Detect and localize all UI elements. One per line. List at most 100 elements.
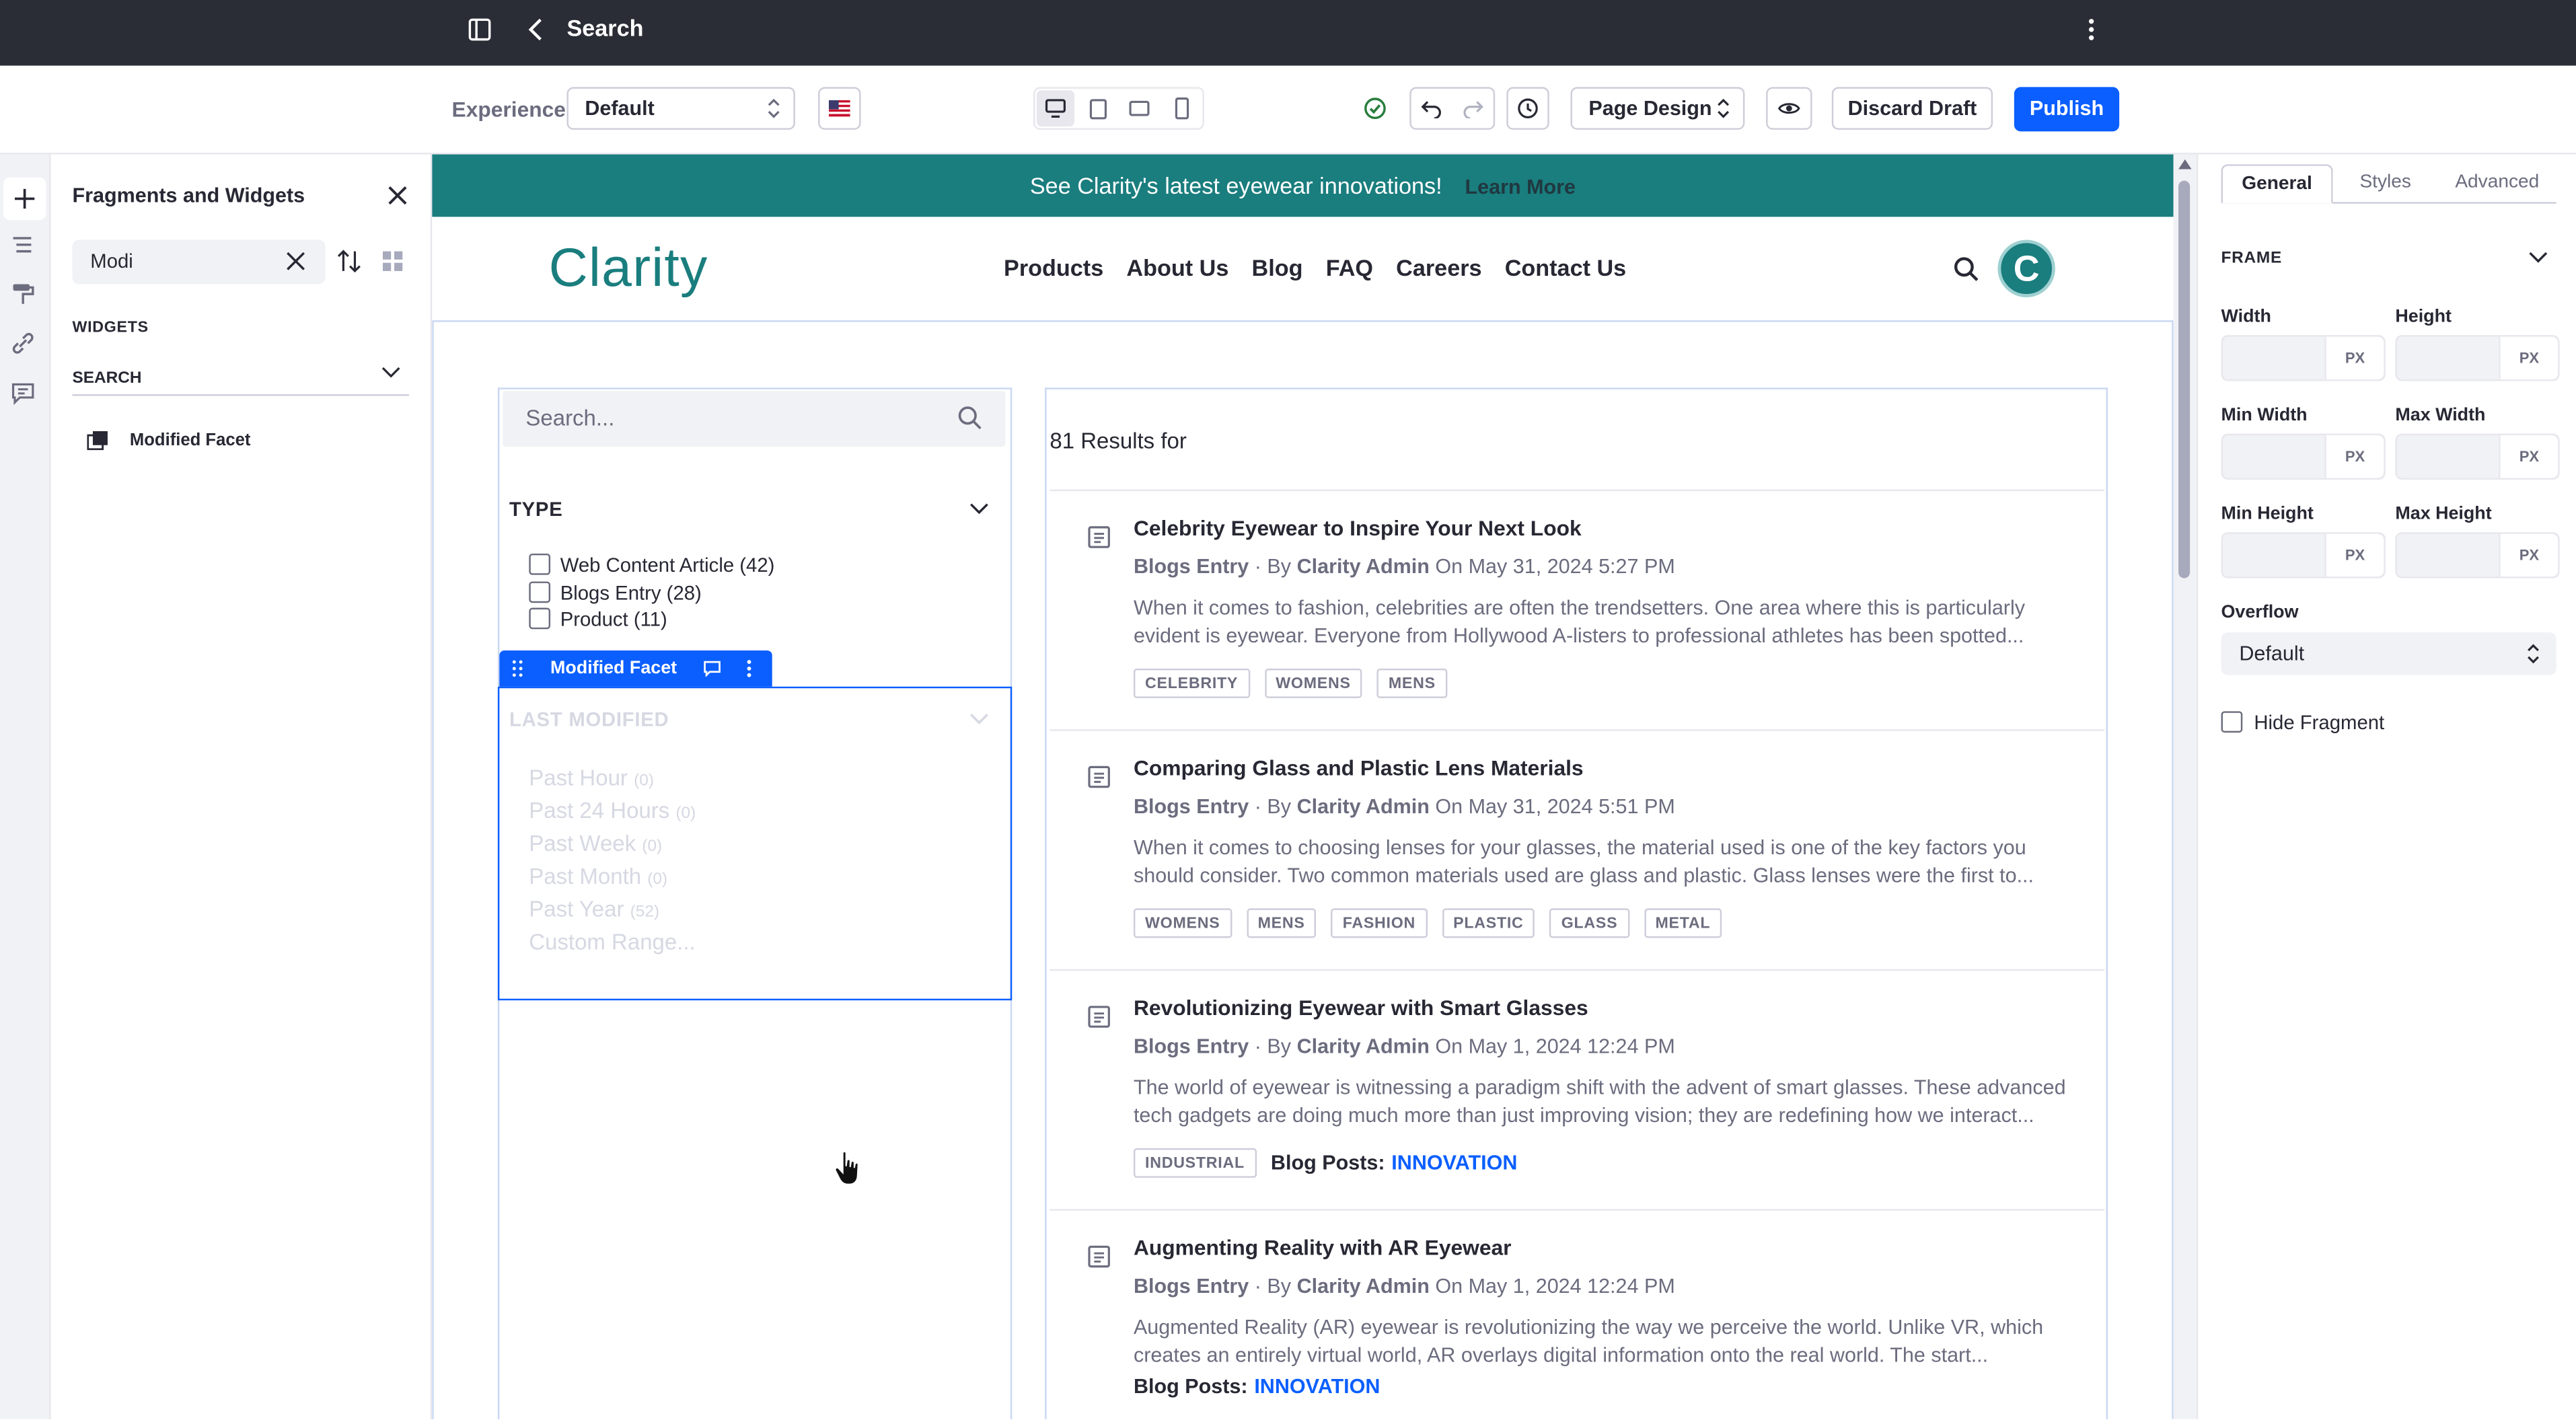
chevron-down-icon[interactable] (969, 711, 989, 727)
tag[interactable]: GLASS (1549, 908, 1629, 938)
frame-section-toggle[interactable]: FRAME (2221, 250, 2556, 268)
clear-search-icon[interactable] (286, 252, 305, 271)
chevron-down-icon[interactable] (969, 501, 989, 517)
link-icon[interactable] (10, 330, 36, 357)
modified-option-past-week[interactable]: Past Week (0) (529, 831, 662, 856)
add-fragments-button[interactable] (3, 177, 46, 221)
comment-icon[interactable] (703, 661, 721, 677)
type-option-web-content[interactable]: Web Content Article (42) (529, 553, 774, 580)
min-height-field[interactable]: PX (2221, 532, 2386, 578)
modified-option-past-year[interactable]: Past Year (52) (529, 897, 659, 922)
tag[interactable]: METAL (1644, 908, 1722, 938)
modified-facet-widget[interactable]: Modified Facet (87, 427, 399, 453)
width-field[interactable]: PX (2221, 335, 2386, 381)
search-icon[interactable] (958, 406, 983, 431)
type-option-product[interactable]: Product (11) (529, 607, 667, 634)
min-width-field[interactable]: PX (2221, 433, 2386, 480)
category-link[interactable]: INNOVATION (1254, 1375, 1380, 1398)
comments-icon[interactable] (10, 379, 36, 406)
learn-more-link[interactable]: Learn More (1465, 176, 1576, 198)
user-avatar[interactable]: C (1997, 239, 2055, 297)
tag[interactable]: FASHION (1331, 908, 1428, 938)
sidebar-toggle-icon[interactable] (467, 16, 493, 42)
nav-item-contact-us[interactable]: Contact Us (1505, 255, 1626, 281)
overflow-select[interactable]: Default (2221, 632, 2556, 675)
fragments-search-input[interactable]: Modi (72, 239, 326, 285)
modified-option-past-24-hours[interactable]: Past 24 Hours (0) (529, 798, 696, 823)
checkbox[interactable] (529, 553, 551, 575)
grid-view-icon[interactable] (381, 250, 404, 272)
modified-option-past-month[interactable]: Past Month (0) (529, 864, 667, 889)
hide-fragment-checkbox[interactable] (2221, 711, 2243, 733)
fragment-topper[interactable]: Modified Facet (499, 650, 772, 687)
category-link[interactable]: INNOVATION (1391, 1152, 1517, 1174)
tag[interactable]: MENS (1246, 908, 1317, 938)
result-item[interactable]: Celebrity Eyewear to Inspire Your Next L… (1050, 489, 2105, 730)
tablet-view-icon[interactable] (1089, 99, 1107, 120)
site-logo[interactable]: Clarity (549, 237, 708, 299)
unit-selector[interactable]: PX (2324, 336, 2384, 380)
discard-draft-button[interactable]: Discard Draft (1831, 87, 1993, 130)
checkbox[interactable] (529, 607, 551, 630)
height-field[interactable]: PX (2395, 335, 2560, 381)
max-width-field[interactable]: PX (2395, 433, 2560, 480)
close-icon[interactable] (386, 184, 409, 207)
back-arrow-icon[interactable] (523, 15, 549, 44)
undo-icon[interactable] (1421, 99, 1442, 118)
scrollbar-thumb[interactable] (2178, 180, 2191, 578)
unit-selector[interactable]: PX (2324, 533, 2384, 577)
tab-styles[interactable]: Styles (2339, 164, 2431, 204)
history-button[interactable] (1506, 87, 1549, 130)
modified-option-custom-range[interactable]: Custom Range... (529, 930, 695, 955)
tag[interactable]: MENS (1376, 668, 1447, 698)
tag[interactable]: WOMENS (1264, 668, 1362, 698)
tag[interactable]: CELEBRITY (1133, 668, 1250, 698)
browser-tree-icon[interactable] (10, 233, 36, 260)
result-item[interactable]: Augmenting Reality with AR Eyewear Blogs… (1050, 1209, 2105, 1419)
hide-fragment-option[interactable]: Hide Fragment (2221, 711, 2384, 735)
checkbox[interactable] (529, 581, 551, 603)
search-icon[interactable] (1953, 256, 1979, 283)
tag[interactable]: WOMENS (1133, 908, 1232, 938)
modified-option-past-hour[interactable]: Past Hour (0) (529, 765, 654, 790)
result-title[interactable]: Celebrity Eyewear to Inspire Your Next L… (1134, 516, 1582, 541)
nav-item-products[interactable]: Products (1004, 255, 1103, 281)
tag[interactable]: INDUSTRIAL (1133, 1148, 1256, 1178)
preview-button[interactable] (1766, 87, 1812, 130)
kebab-menu-icon[interactable] (746, 659, 753, 678)
modified-facet-fragment[interactable]: LAST MODIFIED Past Hour (0) Past 24 Hour… (497, 686, 1013, 1185)
unit-selector[interactable]: PX (2499, 336, 2559, 380)
max-height-field[interactable]: PX (2395, 532, 2560, 578)
scroll-up-icon[interactable] (2178, 159, 2192, 170)
experience-select[interactable]: Default (566, 87, 795, 130)
tab-advanced[interactable]: Advanced (2441, 164, 2553, 204)
nav-item-about-us[interactable]: About Us (1126, 255, 1228, 281)
tag[interactable]: PLASTIC (1442, 908, 1535, 938)
result-title[interactable]: Revolutionizing Eyewear with Smart Glass… (1134, 996, 1588, 1020)
last-modified-title[interactable]: LAST MODIFIED (509, 708, 669, 731)
nav-item-careers[interactable]: Careers (1396, 255, 1481, 281)
search-bar-input[interactable]: Search... (503, 391, 1006, 447)
kebab-menu-icon[interactable] (2080, 15, 2103, 44)
type-facet-title[interactable]: TYPE (509, 498, 562, 521)
redo-icon[interactable] (1462, 99, 1483, 118)
publish-button[interactable]: Publish (2014, 87, 2120, 132)
type-option-blogs-entry[interactable]: Blogs Entry (28) (529, 581, 702, 607)
nav-item-blog[interactable]: Blog (1252, 255, 1303, 281)
nav-item-faq[interactable]: FAQ (1326, 255, 1373, 281)
result-title[interactable]: Comparing Glass and Plastic Lens Materia… (1134, 755, 1584, 780)
unit-selector[interactable]: PX (2324, 435, 2384, 478)
search-category-toggle[interactable]: SEARCH (72, 361, 410, 396)
result-item[interactable]: Comparing Glass and Plastic Lens Materia… (1050, 729, 2105, 969)
desktop-view-button[interactable] (1036, 90, 1075, 127)
portrait-phone-view-icon[interactable] (1175, 97, 1189, 120)
language-flag-button[interactable] (818, 87, 861, 130)
paint-roller-icon[interactable] (10, 281, 36, 307)
unit-selector[interactable]: PX (2499, 533, 2559, 577)
sort-icon[interactable] (337, 248, 363, 274)
drag-handle-icon[interactable] (511, 659, 524, 678)
landscape-phone-view-icon[interactable] (1129, 100, 1150, 116)
result-title[interactable]: Augmenting Reality with AR Eyewear (1134, 1235, 1512, 1260)
result-item[interactable]: Revolutionizing Eyewear with Smart Glass… (1050, 969, 2105, 1209)
page-design-select[interactable]: Page Design (1570, 87, 1745, 130)
